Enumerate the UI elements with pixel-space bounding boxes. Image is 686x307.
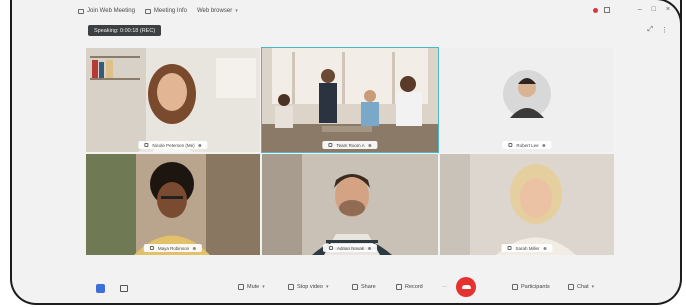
pin-icon[interactable]	[368, 246, 372, 250]
share-button[interactable]: Share	[352, 284, 376, 290]
record-icon	[396, 284, 402, 290]
participant-name: Team Room A	[336, 142, 365, 148]
participant-name-tag: Robert Lee	[502, 141, 552, 149]
share-screen-icon	[352, 284, 358, 290]
participant-name-tag: Team Room A	[322, 141, 378, 149]
video-tile-2[interactable]: Team Room A	[261, 47, 439, 153]
microphone-icon	[328, 246, 333, 250]
chevron-down-icon[interactable]: ▾	[326, 284, 329, 290]
mute-button[interactable]: Mute ▾	[238, 284, 265, 290]
video-tile-5[interactable]: Adrian Novak	[262, 154, 438, 255]
participant-video	[440, 154, 614, 255]
chat-button[interactable]: Chat ▾	[568, 284, 594, 290]
video-tile-3[interactable]: Robert Lee	[440, 48, 614, 152]
fullscreen-icon[interactable]: ⤢	[647, 26, 653, 34]
pin-icon[interactable]	[193, 246, 197, 250]
mute-label: Mute	[247, 284, 260, 290]
chevron-down-icon[interactable]: ▾	[262, 284, 265, 290]
video-tile-6[interactable]: Sarah Miller	[440, 154, 614, 255]
participants-label: Participants	[521, 284, 550, 290]
title-bar: Join Web Meeting Meeting Info Web browse…	[12, 0, 680, 22]
participant-name: Adrian Novak	[336, 245, 365, 251]
participant-name: Robert Lee	[516, 142, 539, 148]
window-controls: – □ ×	[638, 6, 670, 13]
video-tile-4[interactable]: Maya Robinson	[86, 154, 260, 255]
phone-hangup-icon	[461, 285, 471, 289]
info-icon	[144, 8, 151, 14]
captions-icon[interactable]	[120, 285, 128, 292]
close-button[interactable]: ×	[666, 6, 670, 13]
chevron-down-icon[interactable]: ▾	[592, 284, 595, 290]
participant-video	[262, 154, 438, 255]
titlebar-item-info[interactable]: Meeting Info	[144, 8, 187, 14]
pin-icon[interactable]	[368, 143, 372, 147]
titlebar-item-join[interactable]: Join Web Meeting	[78, 8, 135, 14]
video-grid: Nicole Petersen (Me) Team Room A Robert …	[86, 47, 614, 255]
stop-video-button[interactable]: Stop video ▾	[288, 284, 329, 290]
pin-icon[interactable]	[542, 143, 546, 147]
participant-video	[86, 48, 260, 152]
microphone-icon	[144, 143, 149, 147]
microphone-icon	[238, 284, 244, 290]
maximize-button[interactable]: □	[652, 6, 656, 13]
video-camera-icon	[288, 284, 294, 290]
titlebar-label: Web browser	[196, 8, 233, 14]
pin-icon[interactable]	[543, 246, 547, 250]
stop-video-label: Stop video	[297, 284, 323, 290]
microphone-icon	[508, 143, 513, 147]
participant-video	[262, 48, 438, 152]
view-controls: ⤢ ⋮	[647, 26, 668, 34]
app-logo-icon	[96, 284, 105, 293]
more-options-icon[interactable]: ⋮	[661, 26, 668, 34]
participant-name-tag: Nicole Petersen (Me)	[138, 141, 208, 149]
end-call-button[interactable]	[456, 277, 476, 297]
record-button[interactable]: Record	[396, 284, 423, 290]
chat-icon	[568, 284, 574, 290]
participant-name-tag: Sarah Miller	[501, 244, 553, 252]
meeting-window: Join Web Meeting Meeting Info Web browse…	[10, 0, 682, 305]
layout-icon[interactable]	[604, 7, 610, 13]
microphone-icon	[149, 246, 154, 250]
participants-icon	[512, 284, 518, 290]
titlebar-label: Meeting Info	[153, 8, 187, 14]
participants-button[interactable]: Participants	[512, 284, 550, 290]
more-options-icon[interactable]: ⋯	[442, 284, 447, 290]
titlebar-label: Join Web Meeting	[87, 8, 135, 14]
window-icon	[78, 8, 84, 14]
participant-name-tag: Adrian Novak	[322, 244, 378, 252]
minimize-button[interactable]: –	[638, 6, 642, 13]
share-label: Share	[361, 284, 376, 290]
titlebar-item-browser[interactable]: Web browser ▾	[197, 8, 238, 14]
participant-video	[86, 154, 260, 255]
titlebar-status	[593, 7, 610, 13]
participant-name: Sarah Miller	[515, 245, 540, 251]
video-tile-1[interactable]: Nicole Petersen (Me)	[86, 48, 260, 152]
meeting-toolbar: Mute ▾ Stop video ▾ Share Record ⋯ Parti…	[12, 273, 680, 303]
recording-icon	[593, 7, 598, 13]
chevron-down-icon: ▾	[235, 8, 238, 14]
avatar	[440, 48, 614, 152]
participant-name: Nicole Petersen (Me)	[152, 142, 195, 148]
participant-name-tag: Maya Robinson	[143, 244, 203, 252]
pin-icon[interactable]	[198, 143, 202, 147]
meeting-status-badge: Speaking: 0:00:18 (REC)	[88, 25, 162, 36]
record-label: Record	[405, 284, 423, 290]
chat-label: Chat	[577, 284, 589, 290]
participant-name: Maya Robinson	[157, 245, 190, 251]
microphone-icon	[328, 143, 333, 147]
microphone-icon	[507, 246, 512, 250]
